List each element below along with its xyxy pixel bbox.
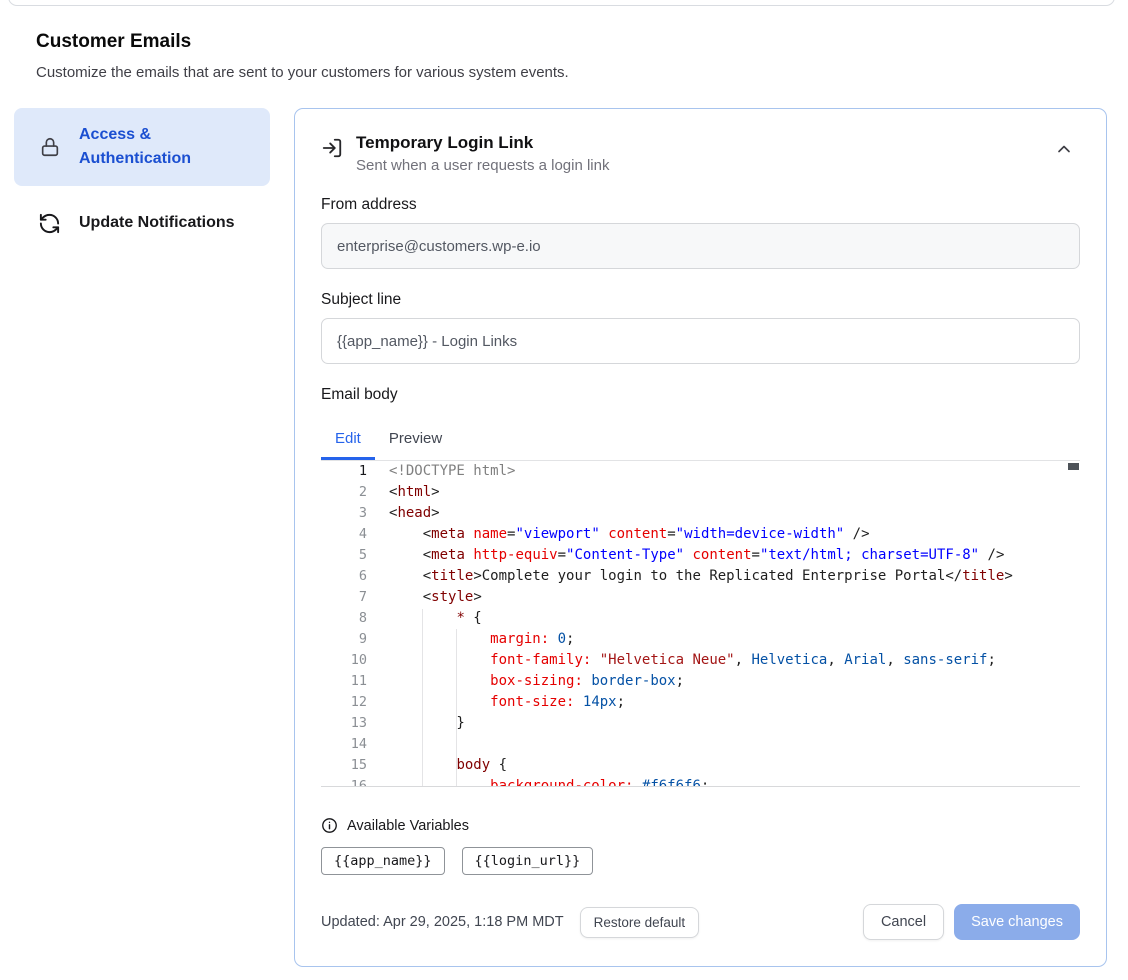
- collapse-button[interactable]: [1048, 133, 1080, 168]
- code-line: 11 box-sizing: border-box;: [321, 671, 1080, 692]
- line-number: 14: [321, 734, 367, 755]
- page-title: Customer Emails: [36, 31, 1092, 53]
- code-text: margin: 0;: [367, 629, 574, 650]
- card-subtitle: Sent when a user requests a login link: [356, 157, 609, 174]
- line-number: 5: [321, 545, 367, 566]
- line-number: 10: [321, 650, 367, 671]
- info-icon: [321, 817, 338, 834]
- refresh-icon: [38, 212, 61, 235]
- code-line: 5 <meta http-equiv="Content-Type" conten…: [321, 545, 1080, 566]
- code-line: 4 <meta name="viewport" content="width=d…: [321, 524, 1080, 545]
- code-line: 1<!DOCTYPE html>: [321, 461, 1080, 482]
- from-address-input[interactable]: [321, 223, 1080, 269]
- code-text: body {: [367, 755, 507, 776]
- sidebar-item-label: Update Notifications: [79, 211, 235, 235]
- page-subtitle: Customize the emails that are sent to yo…: [36, 64, 1092, 81]
- code-line: 13 }: [321, 713, 1080, 734]
- sidebar-item-update-notifications[interactable]: Update Notifications: [14, 196, 270, 250]
- email-types-sidebar: Access & Authentication Update Notificat…: [14, 108, 270, 250]
- line-number: 2: [321, 482, 367, 503]
- variable-chip-app-name[interactable]: {{app_name}}: [321, 847, 445, 875]
- variable-chip-login-url[interactable]: {{login_url}}: [462, 847, 594, 875]
- available-variables-section: Available Variables {{app_name}} {{login…: [321, 817, 1080, 875]
- email-body-tabs: Edit Preview: [321, 419, 1080, 460]
- code-line: 2<html>: [321, 482, 1080, 503]
- content-area: Access & Authentication Update Notificat…: [0, 81, 1128, 967]
- code-line: 14: [321, 734, 1080, 755]
- from-address-label: From address: [321, 196, 1080, 214]
- line-number: 13: [321, 713, 367, 734]
- indent-guide: [456, 629, 457, 787]
- subject-line-input[interactable]: [321, 318, 1080, 364]
- cancel-button[interactable]: Cancel: [863, 904, 944, 940]
- line-number: 1: [321, 461, 367, 482]
- line-number: 4: [321, 524, 367, 545]
- code-line: 6 <title>Complete your login to the Repl…: [321, 566, 1080, 587]
- code-line: 3<head>: [321, 503, 1080, 524]
- indent-guide: [422, 609, 423, 787]
- editor-scrollbar-thumb[interactable]: [1068, 463, 1079, 470]
- email-body-label: Email body: [321, 386, 1080, 404]
- line-number: 11: [321, 671, 367, 692]
- code-line: 9 margin: 0;: [321, 629, 1080, 650]
- card-header-text: Temporary Login Link Sent when a user re…: [356, 133, 609, 174]
- line-number: 16: [321, 776, 367, 787]
- code-text: font-size: 14px;: [367, 692, 625, 713]
- code-text: background-color: #f6f6f6;: [367, 776, 709, 787]
- line-number: 8: [321, 608, 367, 629]
- code-text: <!DOCTYPE html>: [367, 461, 515, 482]
- updated-timestamp: Updated: Apr 29, 2025, 1:18 PM MDT: [321, 914, 564, 930]
- code-text: box-sizing: border-box;: [367, 671, 684, 692]
- lock-icon: [38, 136, 61, 159]
- restore-default-button[interactable]: Restore default: [580, 907, 700, 938]
- available-variables-label: Available Variables: [347, 818, 469, 834]
- line-number: 3: [321, 503, 367, 524]
- code-text: }: [367, 713, 465, 734]
- code-text: <head>: [367, 503, 440, 524]
- tab-edit[interactable]: Edit: [321, 419, 375, 460]
- line-number: 6: [321, 566, 367, 587]
- code-text: <title>Complete your login to the Replic…: [367, 566, 1013, 587]
- login-icon: [321, 137, 343, 159]
- code-text: [367, 734, 389, 755]
- code-line: 8 * {: [321, 608, 1080, 629]
- chevron-up-icon: [1054, 139, 1074, 162]
- code-text: <meta http-equiv="Content-Type" content=…: [367, 545, 1004, 566]
- card-title: Temporary Login Link: [356, 133, 609, 153]
- code-text: <style>: [367, 587, 482, 608]
- code-text: <meta name="viewport" content="width=dev…: [367, 524, 870, 545]
- sidebar-item-access-authentication[interactable]: Access & Authentication: [14, 108, 270, 186]
- email-body-editor[interactable]: 1<!DOCTYPE html>2<html>3<head>4 <meta na…: [321, 460, 1080, 787]
- subject-line-label: Subject line: [321, 291, 1080, 309]
- previous-card-edge: [8, 0, 1115, 6]
- tab-preview[interactable]: Preview: [375, 419, 456, 460]
- code-lines: 1<!DOCTYPE html>2<html>3<head>4 <meta na…: [321, 461, 1080, 787]
- card-footer: Updated: Apr 29, 2025, 1:18 PM MDT Resto…: [321, 904, 1080, 940]
- code-line: 7 <style>: [321, 587, 1080, 608]
- code-text: font-family: "Helvetica Neue", Helvetica…: [367, 650, 996, 671]
- temporary-login-link-card: Temporary Login Link Sent when a user re…: [294, 108, 1107, 967]
- sidebar-item-label: Access & Authentication: [79, 123, 254, 171]
- code-text: * {: [367, 608, 482, 629]
- line-number: 12: [321, 692, 367, 713]
- code-line: 12 font-size: 14px;: [321, 692, 1080, 713]
- page-header: Customer Emails Customize the emails tha…: [0, 0, 1128, 81]
- customer-emails-page: Customer Emails Customize the emails tha…: [0, 0, 1128, 980]
- code-line: 15 body {: [321, 755, 1080, 776]
- code-line: 16 background-color: #f6f6f6;: [321, 776, 1080, 787]
- line-number: 9: [321, 629, 367, 650]
- save-changes-button[interactable]: Save changes: [954, 904, 1080, 940]
- line-number: 7: [321, 587, 367, 608]
- code-line: 10 font-family: "Helvetica Neue", Helvet…: [321, 650, 1080, 671]
- card-header: Temporary Login Link Sent when a user re…: [321, 133, 1080, 174]
- line-number: 15: [321, 755, 367, 776]
- code-text: <html>: [367, 482, 440, 503]
